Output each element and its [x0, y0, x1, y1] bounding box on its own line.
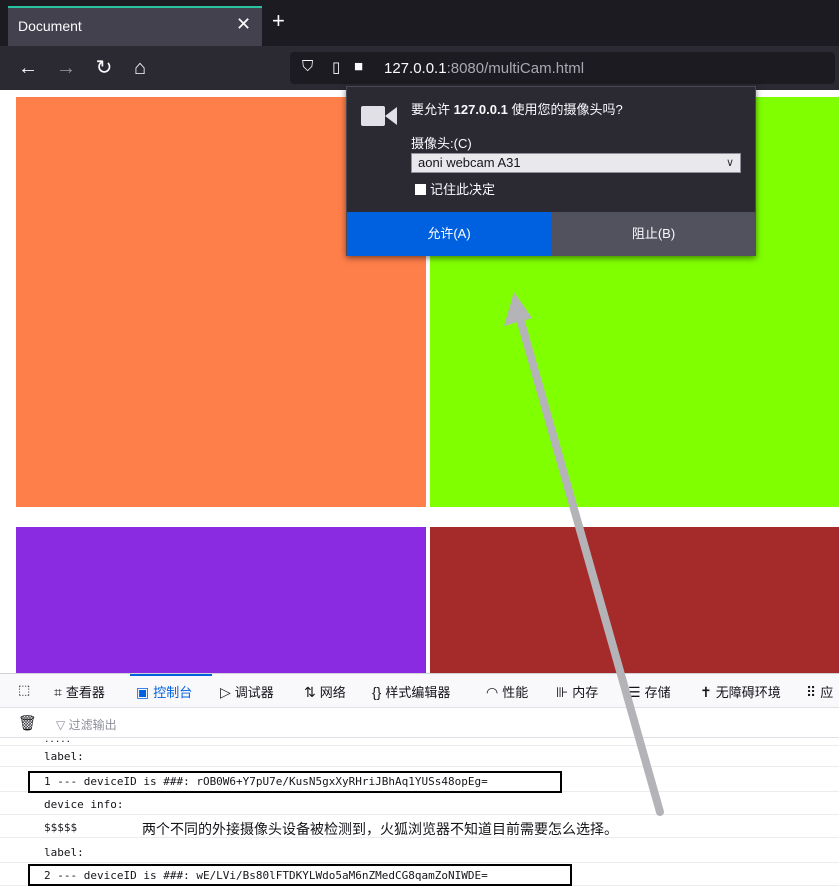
reload-icon[interactable]: ↻ — [90, 54, 118, 82]
filter-placeholder: 过滤输出 — [68, 718, 117, 732]
filter-input[interactable]: ▽ 过滤输出 — [56, 716, 117, 733]
message-host: 127.0.0.1 — [453, 102, 508, 117]
page-icon[interactable]: ▯ — [332, 58, 340, 76]
application-icon: ⠿ — [806, 684, 817, 700]
block-button[interactable]: 阻止(B) — [551, 212, 756, 256]
red-video-box — [430, 527, 839, 673]
tab-label: 调试器 — [234, 685, 274, 700]
url-host: 127.0.0.1 — [384, 60, 447, 77]
video-camera-icon — [361, 106, 397, 126]
inspector-icon: ⌗ — [54, 684, 62, 700]
remember-decision-checkbox[interactable]: 记住此决定 — [415, 179, 495, 198]
tab-style-editor[interactable]: {} 样式编辑器 — [372, 682, 450, 701]
allow-button[interactable]: 允许(A) — [347, 212, 551, 256]
tab-application[interactable]: ⠿ 应 — [806, 682, 833, 701]
tab-label: 样式编辑器 — [385, 685, 451, 700]
console-line: label: — [0, 747, 839, 767]
chevron-down-icon: ∨ — [725, 157, 734, 169]
tab-label: 存储 — [644, 685, 671, 700]
back-arrow-icon[interactable]: ← — [14, 54, 42, 82]
performance-icon: ◠ — [486, 684, 499, 700]
browser-tab[interactable]: Document ✕ — [8, 6, 262, 46]
trash-icon[interactable]: 🗑 — [18, 714, 37, 732]
tab-performance[interactable]: ◠ 性能 — [486, 682, 528, 701]
style-editor-icon: {} — [372, 684, 382, 700]
selected-camera: aoni webcam A31 — [418, 155, 521, 170]
shield-icon[interactable]: ⛉ — [302, 58, 313, 75]
console-line: label: — [0, 843, 839, 863]
filter-icon: ▽ — [56, 718, 69, 732]
tab-label: 控制台 — [153, 685, 193, 700]
checkbox-box[interactable] — [415, 184, 426, 195]
highlight-box — [28, 771, 562, 793]
devtools-toolbar: ⬚ ⌗ 查看器 ▣ 控制台 ▷ 调试器 ⇅ 网络 {} 样式编辑器 ◠ 性能 ⊪ 内存 ☰ 存储… — [0, 674, 839, 708]
active-tab-indicator — [130, 674, 212, 676]
tab-strip: Document ✕ + — [0, 0, 839, 46]
url-text[interactable]: 127.0.0.1:8080/multiCam.html — [384, 60, 584, 77]
camera-permission-icon[interactable]: ■ — [354, 58, 363, 75]
highlight-box — [28, 864, 572, 886]
tab-label: 查看器 — [65, 685, 105, 700]
network-icon: ⇅ — [304, 684, 316, 700]
tab-memory[interactable]: ⊪ 内存 — [556, 682, 598, 701]
new-tab-icon[interactable]: + — [272, 8, 285, 34]
tab-title: Document — [18, 18, 82, 34]
console-filter-bar: 🗑 ▽ 过滤输出 — [0, 708, 839, 738]
tab-label: 应 — [820, 685, 834, 700]
debugger-icon: ▷ — [220, 684, 231, 700]
message-suffix: 使用您的摄像头吗? — [507, 102, 623, 117]
console-line: device info: — [0, 795, 839, 815]
tab-inspector[interactable]: ⌗ 查看器 — [54, 682, 105, 701]
url-bar[interactable]: ⛉ ▯ ■ 127.0.0.1:8080/multiCam.html — [290, 52, 835, 84]
purple-video-box — [16, 527, 426, 673]
console-line: ..... — [0, 736, 839, 746]
tab-label: 内存 — [572, 685, 599, 700]
console-icon: ▣ — [136, 684, 150, 700]
home-icon[interactable]: ⌂ — [126, 54, 154, 82]
remember-label: 记住此决定 — [430, 182, 496, 197]
tab-console[interactable]: ▣ 控制台 — [136, 682, 192, 701]
memory-icon: ⊪ — [556, 684, 569, 700]
tab-label: 网络 — [319, 685, 346, 700]
camera-label: 摄像头:(C) — [411, 136, 472, 151]
element-picker-icon[interactable]: ⬚ — [18, 682, 30, 698]
url-path: :8080/multiCam.html — [446, 60, 585, 77]
camera-permission-popup: 要允许 127.0.0.1 使用您的摄像头吗? 摄像头:(C) aoni web… — [346, 86, 756, 256]
accessibility-icon: ✝ — [700, 684, 712, 700]
navigation-toolbar: ← → ↻ ⌂ ⛉ ▯ ■ 127.0.0.1:8080/multiCam.ht… — [0, 46, 839, 90]
message-prefix: 要允许 — [411, 102, 454, 117]
tab-network[interactable]: ⇅ 网络 — [304, 682, 346, 701]
annotation-text: 两个不同的外接摄像头设备被检测到，火狐浏览器不知道目前需要怎么选择。 — [142, 822, 618, 838]
permission-message: 要允许 127.0.0.1 使用您的摄像头吗? — [411, 99, 623, 118]
tab-storage[interactable]: ☰ 存储 — [628, 682, 671, 701]
tab-label: 无障碍环境 — [715, 685, 781, 700]
camera-select[interactable]: aoni webcam A31 ∨ — [411, 153, 741, 173]
storage-icon: ☰ — [628, 684, 641, 700]
close-tab-icon[interactable]: ✕ — [236, 14, 251, 35]
tab-debugger[interactable]: ▷ 调试器 — [220, 682, 274, 701]
tab-accessibility[interactable]: ✝ 无障碍环境 — [700, 682, 781, 701]
tab-label: 性能 — [502, 685, 529, 700]
forward-arrow-icon[interactable]: → — [52, 54, 80, 82]
